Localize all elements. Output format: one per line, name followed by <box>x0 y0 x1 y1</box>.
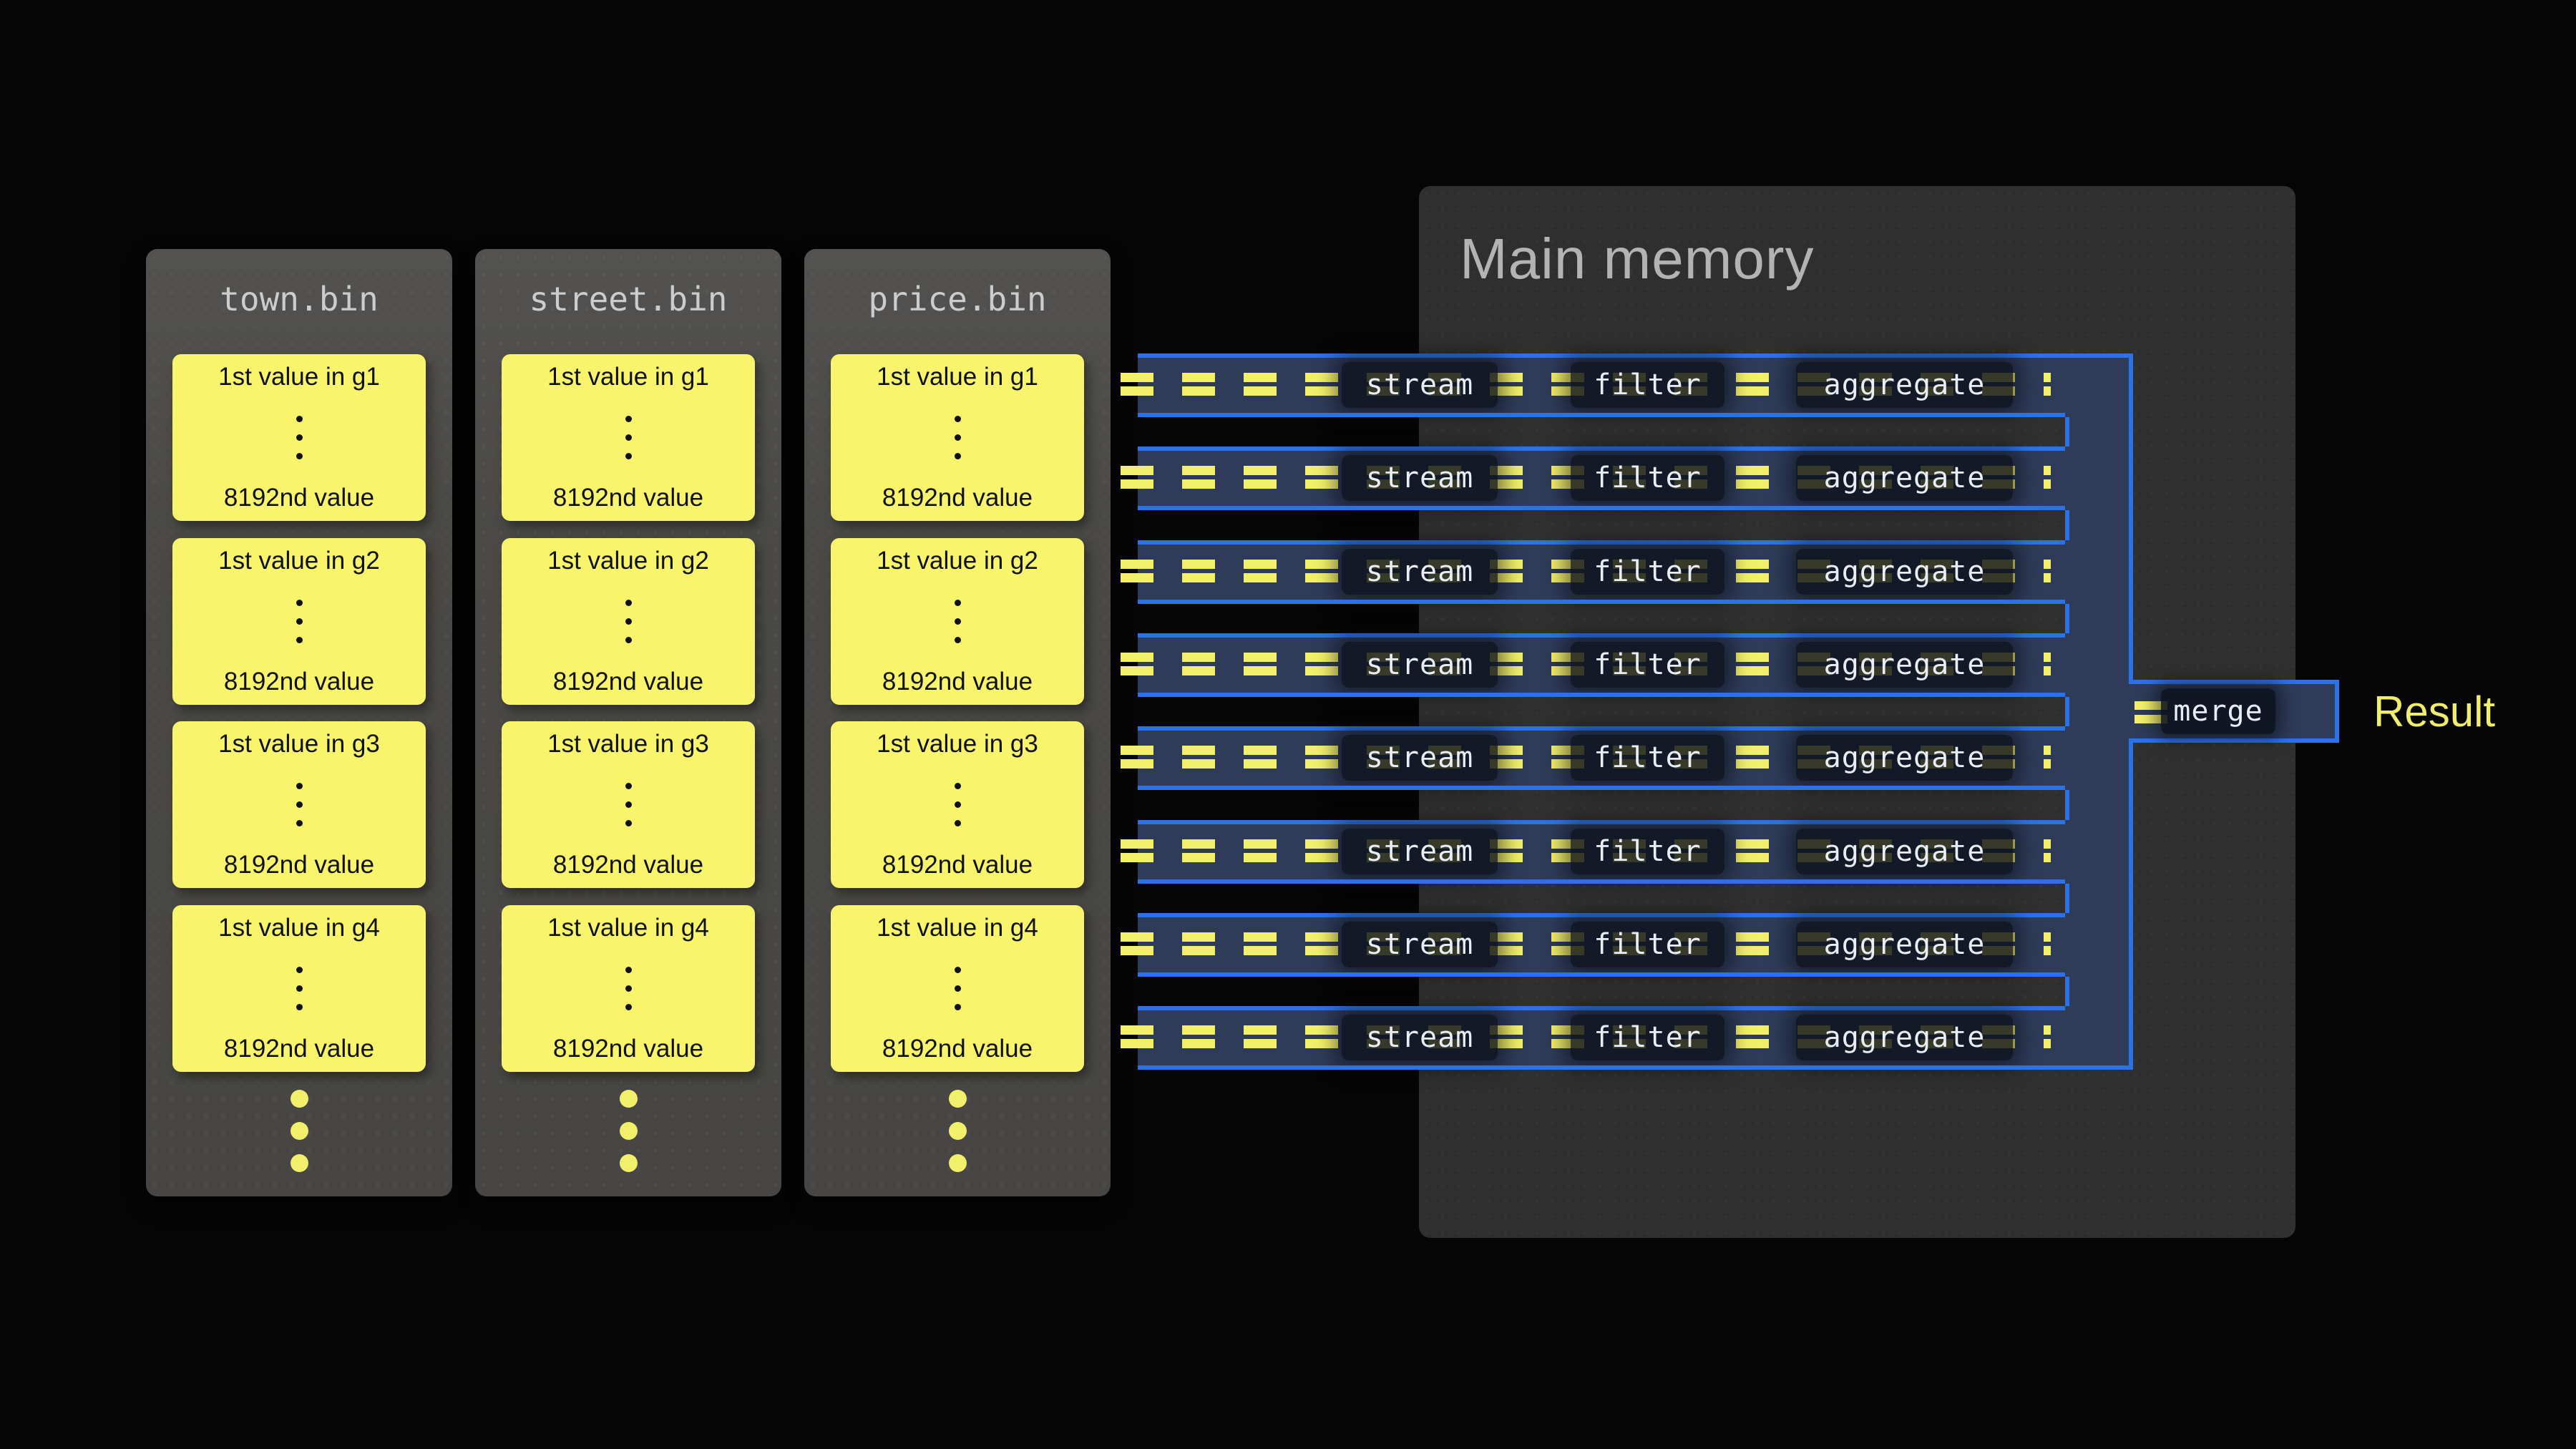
stage-filter: filter <box>1571 735 1724 781</box>
stage-stream: stream <box>1342 455 1498 501</box>
pipeline-row: stream filter aggregate <box>1138 726 2133 790</box>
stage-stream: stream <box>1342 1015 1498 1060</box>
stage-filter: filter <box>1571 362 1724 408</box>
stage-filter: filter <box>1571 549 1724 595</box>
stage-aggregate: aggregate <box>1796 549 2013 595</box>
stage-filter: filter <box>1571 1015 1724 1060</box>
stage-filter: filter <box>1571 829 1724 874</box>
pipeline-row: stream filter aggregate <box>1138 913 2133 977</box>
stage-aggregate: aggregate <box>1796 735 2013 781</box>
stage-filter: filter <box>1571 922 1724 967</box>
stage-stream: stream <box>1342 922 1498 967</box>
stage-filter: filter <box>1571 455 1724 501</box>
pipeline-row: stream filter aggregate <box>1138 447 2133 510</box>
pipeline-row: stream filter aggregate <box>1138 633 2133 697</box>
merge-bar: merge <box>2129 680 2339 743</box>
stage-filter: filter <box>1571 642 1724 688</box>
pipeline-row: stream filter aggregate <box>1138 540 2133 604</box>
merge-box: merge <box>2161 688 2275 734</box>
stage-aggregate: aggregate <box>1796 362 2013 408</box>
result-label: Result <box>2373 680 2495 743</box>
pipeline-row: stream filter aggregate <box>1138 820 2133 884</box>
stage-stream: stream <box>1342 642 1498 688</box>
stage-stream: stream <box>1342 362 1498 408</box>
stage-stream: stream <box>1342 735 1498 781</box>
stage-stream: stream <box>1342 829 1498 874</box>
stage-aggregate: aggregate <box>1796 829 2013 874</box>
pipeline-row: stream filter aggregate <box>1138 353 2133 417</box>
diagram-canvas: Main memory town.bin 1st value in g1 819… <box>0 0 2576 1449</box>
stage-aggregate: aggregate <box>1796 1015 2013 1060</box>
stage-aggregate: aggregate <box>1796 642 2013 688</box>
stage-aggregate: aggregate <box>1796 455 2013 501</box>
stage-aggregate: aggregate <box>1796 922 2013 967</box>
stage-stream: stream <box>1342 549 1498 595</box>
pipeline-row: stream filter aggregate <box>1138 1006 2133 1070</box>
